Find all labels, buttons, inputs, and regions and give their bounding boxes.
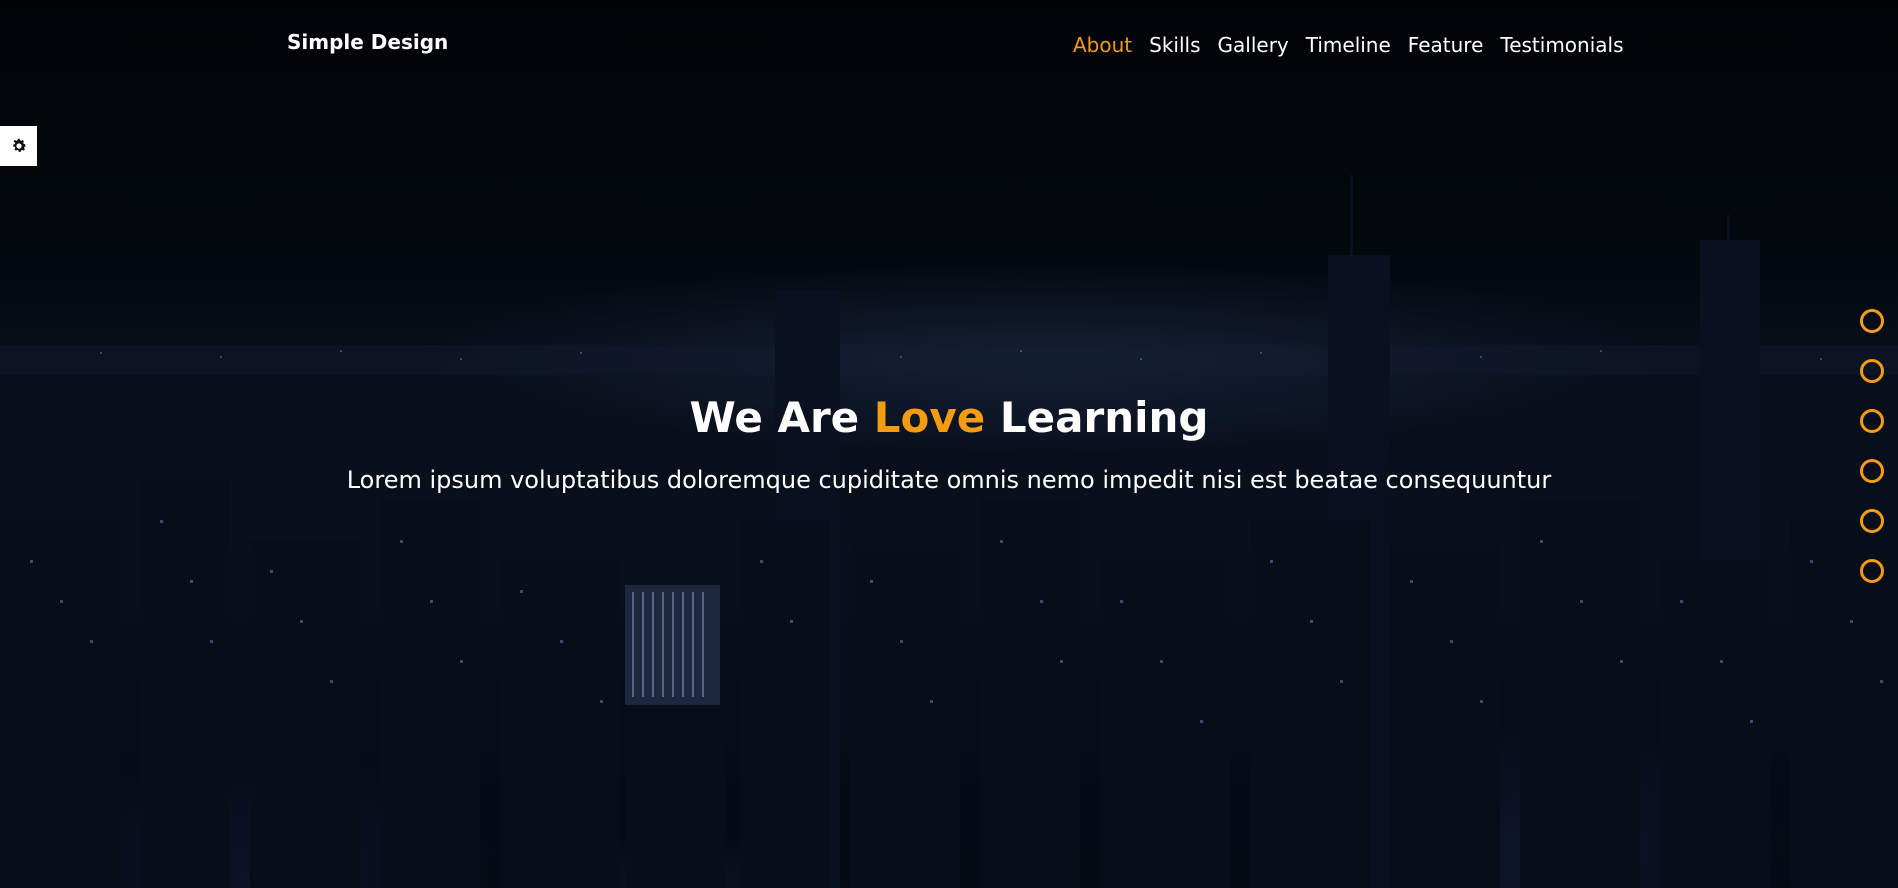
headline-part2: Learning (985, 393, 1209, 442)
section-dot-4[interactable] (1860, 459, 1884, 483)
nav-item-skills[interactable]: Skills (1141, 31, 1209, 59)
nav-item-about[interactable]: About (1065, 31, 1141, 59)
nav-item-gallery[interactable]: Gallery (1209, 31, 1297, 59)
section-dot-1[interactable] (1860, 309, 1884, 333)
hero-headline: We Are Love Learning (0, 390, 1898, 446)
section-dot-3[interactable] (1860, 409, 1884, 433)
nav-item-feature[interactable]: Feature (1399, 31, 1492, 59)
hero-subtitle: Lorem ipsum voluptatibus doloremque cupi… (346, 466, 1552, 494)
brand-logo[interactable]: Simple Design (287, 30, 448, 54)
hero-section: Simple Design About Skills Gallery Timel… (0, 0, 1898, 888)
nav-item-testimonials[interactable]: Testimonials (1492, 31, 1632, 59)
headline-part1: We Are (689, 393, 874, 442)
side-section-nav (1860, 309, 1884, 583)
section-dot-5[interactable] (1860, 509, 1884, 533)
gear-icon (12, 138, 26, 152)
section-dot-2[interactable] (1860, 359, 1884, 383)
headline-accent: Love (873, 393, 986, 442)
section-dot-6[interactable] (1860, 559, 1884, 583)
settings-toggle-button[interactable] (0, 126, 37, 166)
main-nav: About Skills Gallery Timeline Feature Te… (1065, 31, 1633, 59)
nav-item-timeline[interactable]: Timeline (1297, 31, 1399, 59)
